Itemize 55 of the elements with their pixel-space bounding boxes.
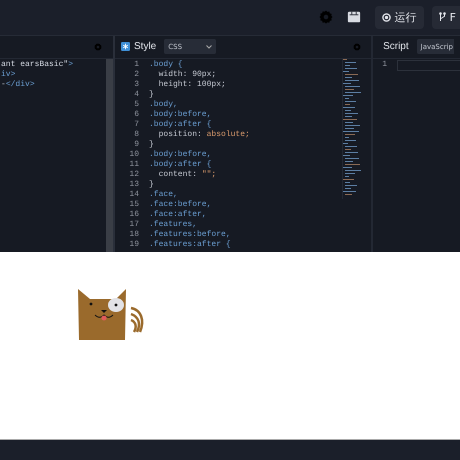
- scrollbar[interactable]: [106, 58, 113, 252]
- code-line: .features:before,: [149, 230, 231, 240]
- settings-icon[interactable]: [94, 42, 102, 51]
- record-icon: [382, 12, 391, 22]
- code-line: .features:after {: [149, 240, 231, 250]
- code-line: .body:after {: [149, 120, 212, 130]
- code-line: }: [149, 140, 154, 150]
- line-number: 14: [128, 190, 139, 200]
- code-line: .face:before,: [149, 200, 212, 210]
- line-number: 9: [133, 140, 139, 150]
- settings-icon[interactable]: [353, 42, 361, 51]
- code-line: .body:after {: [149, 160, 212, 170]
- line-number: 7: [133, 120, 139, 130]
- line-number: 12: [128, 170, 139, 180]
- settings-icon[interactable]: [318, 10, 333, 24]
- panel-title: Style: [134, 41, 156, 52]
- asterisk-icon: [121, 42, 130, 52]
- panel-title: Script: [383, 41, 409, 52]
- line-number: 3: [133, 80, 139, 90]
- code-line: ant earsBasic">: [1, 60, 74, 70]
- code-line: .body,: [149, 100, 178, 110]
- code-line: .features,: [149, 220, 198, 230]
- line-number: 10: [128, 150, 139, 160]
- line-number: 6: [133, 110, 139, 120]
- code-line: -</div>: [1, 80, 35, 90]
- code-line: }: [149, 180, 154, 190]
- code-line: .face:after,: [149, 210, 207, 220]
- code-line: }: [149, 90, 154, 100]
- line-number: 5: [133, 100, 139, 110]
- run-button[interactable]: 运行: [374, 6, 424, 29]
- line-number: 4: [133, 90, 139, 100]
- line-number: 8: [133, 130, 139, 140]
- code-line: iv>: [1, 70, 16, 80]
- code-line: content: "";: [158, 170, 216, 180]
- fork-icon: [438, 12, 446, 22]
- layout-icon[interactable]: [346, 10, 361, 24]
- line-number: 13: [128, 180, 139, 190]
- chevron-icon: [206, 44, 212, 49]
- code-line: .body:before,: [149, 110, 212, 120]
- line-number: 1: [133, 60, 139, 70]
- line-number: 2: [133, 70, 139, 80]
- code-line: .body:before,: [149, 150, 212, 160]
- line-number: 19: [128, 240, 139, 250]
- line-number: 18: [128, 230, 139, 240]
- line-number: 1: [381, 60, 387, 70]
- code-line: position: absolute;: [158, 130, 250, 140]
- line-number: 11: [128, 160, 139, 170]
- code-line: .face,: [149, 190, 178, 200]
- fork-button[interactable]: F: [432, 6, 460, 29]
- line-number: 15: [128, 200, 139, 210]
- code-line: width: 90px;: [158, 70, 216, 80]
- line-number: 16: [128, 210, 139, 220]
- code-line: height: 100px;: [158, 80, 226, 90]
- code-line: .body {: [149, 60, 183, 70]
- line-number: 17: [128, 220, 139, 230]
